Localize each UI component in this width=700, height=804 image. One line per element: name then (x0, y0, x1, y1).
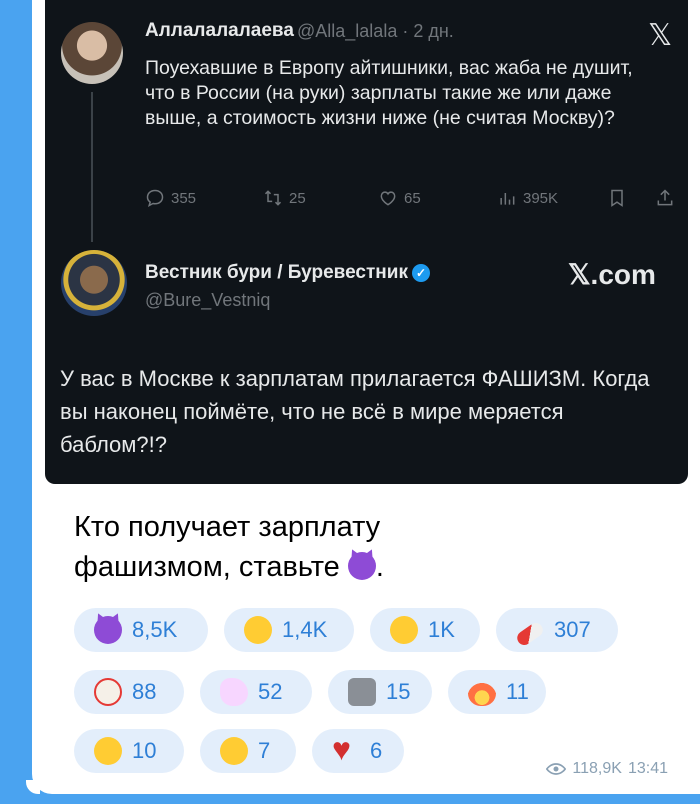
reaction-button-pill[interactable]: 307 (496, 608, 618, 652)
reaction-count: 7 (258, 738, 271, 763)
tweet2-author-name: Вестник бури / Буревестник (145, 262, 408, 283)
retweet-count: 25 (289, 189, 306, 207)
avatar (61, 22, 123, 84)
reaction-count: 88 (132, 679, 157, 704)
like-count: 65 (404, 189, 421, 207)
reaction-button-love[interactable]: 10 (74, 729, 184, 773)
tweet1-handle: @Alla_lalala (297, 21, 398, 41)
moai-icon (348, 678, 376, 706)
retweet-action: 25 (263, 188, 306, 208)
pill-icon (514, 619, 546, 648)
tweet1-author-handle: @Alla_lalala · 2 дн. (297, 21, 454, 42)
reaction-count: 10 (132, 738, 157, 763)
share-icon (657, 189, 673, 206)
clown-face-icon (94, 678, 122, 706)
tweet2-text: У вас в Москве к зарплатам прилагается Ф… (60, 366, 650, 457)
message-time: 13:41 (627, 760, 668, 777)
reply-icon (146, 189, 164, 207)
reaction-button-devil[interactable]: 8,5K (74, 608, 208, 652)
tweet1-age: · 2 дн. (402, 21, 454, 41)
eye-icon (546, 763, 567, 775)
like-action: 65 (378, 188, 421, 208)
heart-on-fire-icon (332, 731, 360, 768)
verified-badge-icon: ✓ (411, 263, 430, 282)
bookmark-icon (611, 189, 623, 207)
message-bubble-tail (26, 780, 40, 794)
tweet2-author-handle: @Bure_Vestniq (145, 290, 271, 310)
exploding-head-icon (220, 737, 248, 765)
tweet-screenshot: Аллалалалаева @Alla_lalala · 2 дн. 𝕏 Поу… (45, 0, 688, 484)
smiling-devil-icon (94, 616, 122, 644)
smiling-face-with-hearts-icon (94, 737, 122, 765)
caption-end: . (375, 551, 384, 583)
views-count: 395K (523, 189, 559, 207)
reaction-count: 6 (370, 738, 383, 763)
reaction-count: 1K (428, 617, 455, 642)
tweet1-text: Поуехавшие в Европу айтишники, вас жаба … (145, 57, 633, 129)
reaction-button-rofl[interactable]: 1K (370, 608, 480, 652)
reaction-button-moai[interactable]: 15 (328, 670, 432, 714)
smiling-devil-icon (347, 552, 376, 580)
reaction-button-mind-blown[interactable]: 7 (200, 729, 296, 773)
thread-line (91, 92, 93, 242)
reaction-button-fire[interactable]: 11 (448, 670, 546, 714)
views-action: 395K (497, 188, 558, 208)
rofl-face-icon (386, 612, 422, 648)
message-meta: 118,9K 13:41 (546, 760, 668, 778)
reaction-count: 15 (386, 679, 411, 704)
reaction-button-clown[interactable]: 88 (74, 670, 184, 714)
reply-count: 355 (171, 189, 197, 207)
reaction-count: 52 (258, 679, 283, 704)
grinning-face-icon (244, 616, 272, 644)
views-chart-icon (500, 193, 515, 205)
retweet-icon (264, 190, 282, 206)
reaction-count: 8,5K (132, 617, 178, 642)
reaction-count: 11 (506, 679, 529, 704)
fire-icon (468, 678, 496, 706)
x-logo-icon: 𝕏 (648, 19, 673, 52)
share-action (655, 188, 675, 208)
unicorn-icon (220, 678, 248, 706)
avatar (61, 250, 127, 316)
tweet2-author: Вестник бури / Буревестник ✓ (145, 262, 430, 284)
reaction-button-heart-fire[interactable]: 6 (312, 729, 404, 773)
reaction-button-unicorn[interactable]: 52 (200, 670, 312, 714)
tweet1-actions: 355 25 65 395K (145, 188, 675, 212)
x-com-logo: 𝕏.com (568, 259, 656, 290)
bookmark-action (607, 188, 627, 208)
reaction-count: 307 (554, 617, 591, 642)
reaction-count: 1,4K (282, 617, 328, 642)
reaction-button-grin[interactable]: 1,4K (224, 608, 354, 652)
post-caption: Кто получает зарплату фашизмом, ставьте … (74, 507, 494, 587)
message-views: 118,9K (572, 760, 622, 777)
caption-text: Кто получает зарплату фашизмом, ставьте (74, 511, 381, 583)
heart-icon (380, 191, 396, 206)
reply-action: 355 (145, 188, 196, 208)
tweet1-author-name: Аллалалалаева (145, 20, 294, 41)
